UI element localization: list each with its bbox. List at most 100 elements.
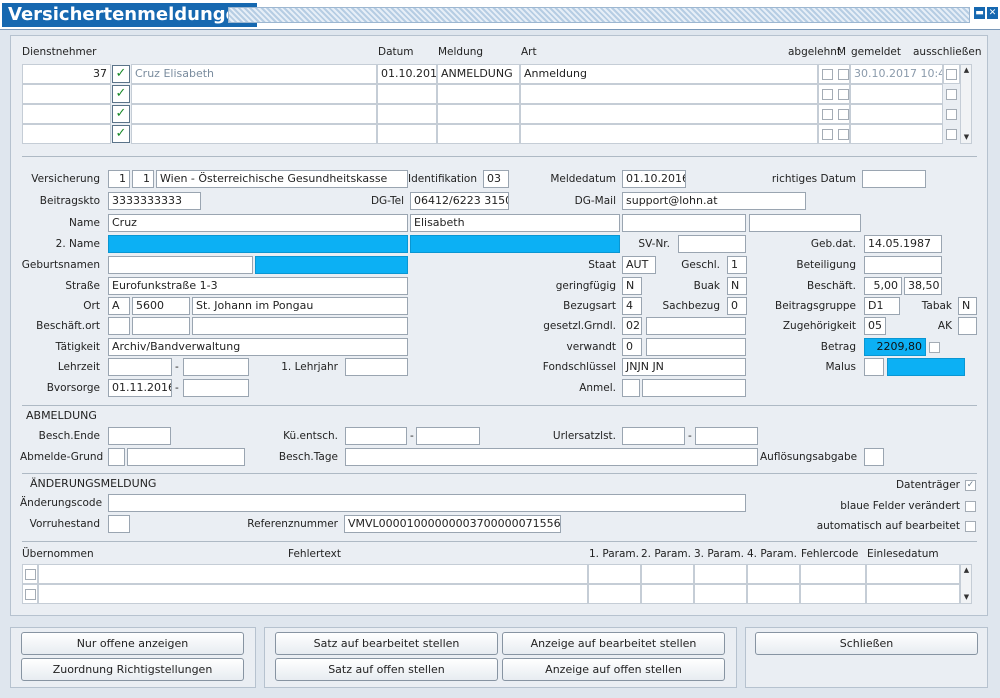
staat-field[interactable]: AUT [622, 256, 656, 274]
malus-value-field[interactable] [887, 358, 965, 376]
error-row[interactable] [747, 564, 800, 584]
table-row[interactable] [437, 104, 520, 124]
check-icon[interactable]: ✓ [112, 65, 130, 83]
taetigkeit-field[interactable]: Archiv/Bandverwaltung [108, 338, 408, 356]
versicherung-b-field[interactable]: 1 [132, 170, 154, 188]
close-icon[interactable]: ✕ [987, 7, 998, 19]
lehrjahr-field[interactable] [345, 358, 408, 376]
svnr-field[interactable] [678, 235, 746, 253]
bvorsorge-field[interactable]: 01.11.2016 [108, 379, 172, 397]
ak-field[interactable] [958, 317, 977, 335]
table-row[interactable] [131, 84, 377, 104]
table-row[interactable] [377, 104, 437, 124]
beschaeft-a-field[interactable]: 5,00 [864, 277, 902, 295]
ausschliessen-checkbox[interactable] [946, 69, 957, 80]
anzeige-offen-button[interactable]: Anzeige auf offen stellen [502, 658, 725, 681]
urlersatz-von-field[interactable] [622, 427, 685, 445]
table-row[interactable] [520, 104, 818, 124]
abgelehnt-checkbox[interactable] [822, 69, 833, 80]
table-row[interactable] [22, 84, 111, 104]
fondschluessel-field[interactable]: JNJN JN [622, 358, 746, 376]
error-row[interactable] [641, 584, 694, 604]
vorruhestand-field[interactable] [108, 515, 130, 533]
nur-offene-button[interactable]: Nur offene anzeigen [21, 632, 244, 655]
error-scrollbar[interactable]: ▲ ▼ [960, 564, 972, 604]
scroll-down-icon[interactable]: ▼ [962, 133, 971, 142]
kuentsch-von-field[interactable] [345, 427, 407, 445]
titel-field[interactable] [622, 214, 746, 232]
error-row[interactable] [588, 584, 641, 604]
betrag-checkbox[interactable] [929, 342, 940, 353]
tabak-field[interactable]: N [958, 297, 977, 315]
urlersatz-bis-field[interactable] [695, 427, 758, 445]
error-row[interactable] [866, 584, 960, 604]
kuentsch-bis-field[interactable] [416, 427, 480, 445]
scroll-up-icon[interactable]: ▲ [962, 66, 971, 75]
name2-nachname-field[interactable] [108, 235, 408, 253]
satz-offen-button[interactable]: Satz auf offen stellen [275, 658, 498, 681]
anmel-field[interactable] [622, 379, 640, 397]
strasse-field[interactable]: Eurofunkstraße 1-3 [108, 277, 408, 295]
minimize-icon[interactable]: ▬ [974, 7, 985, 19]
uebernommen-checkbox[interactable] [25, 589, 36, 600]
referenz-field[interactable]: VMVL00001000000003700000071556 [344, 515, 561, 533]
check-icon[interactable]: ✓ [112, 125, 130, 143]
table-row[interactable] [520, 124, 818, 144]
error-row[interactable] [866, 564, 960, 584]
vorname-field[interactable]: Elisabeth [410, 214, 620, 232]
table-row[interactable] [850, 104, 943, 124]
bvorsorge-bis-field[interactable] [183, 379, 249, 397]
geschl-field[interactable]: 1 [727, 256, 747, 274]
sachbezug-field[interactable]: 0 [727, 297, 747, 315]
geburtsnamen2-field[interactable] [255, 256, 408, 274]
lehrzeit-von-field[interactable] [108, 358, 172, 376]
table-row[interactable] [437, 84, 520, 104]
table-row[interactable] [377, 124, 437, 144]
abgelehnt-checkbox[interactable] [822, 109, 833, 120]
meldedatum-field[interactable]: 01.10.2016 [622, 170, 686, 188]
table-row[interactable] [850, 124, 943, 144]
richtiges-datum-field[interactable] [862, 170, 926, 188]
table-row[interactable] [377, 84, 437, 104]
beschende-field[interactable] [108, 427, 171, 445]
anmel-text-field[interactable] [642, 379, 746, 397]
error-row[interactable] [800, 584, 866, 604]
plz-field[interactable]: 5600 [132, 297, 190, 315]
table-row[interactable] [850, 84, 943, 104]
error-row[interactable] [800, 564, 866, 584]
m-checkbox[interactable] [838, 129, 849, 140]
beschtage-field[interactable] [345, 448, 758, 466]
table-row[interactable] [22, 124, 111, 144]
row-datum[interactable]: 01.10.2016 [377, 64, 437, 84]
row-name[interactable]: Cruz Elisabeth [131, 64, 377, 84]
versicherung-a-field[interactable]: 1 [108, 170, 130, 188]
scroll-up-icon[interactable]: ▲ [962, 566, 971, 575]
identifikation-field[interactable]: 03 [483, 170, 509, 188]
abgelehnt-checkbox[interactable] [822, 89, 833, 100]
betrag-field[interactable]: 2209,80 [864, 338, 926, 356]
m-checkbox[interactable] [838, 89, 849, 100]
error-row[interactable] [694, 564, 747, 584]
buak-field[interactable]: N [727, 277, 747, 295]
bezugsart-field[interactable]: 4 [622, 297, 642, 315]
land-field[interactable]: A [108, 297, 130, 315]
error-row[interactable] [38, 564, 588, 584]
error-row[interactable] [38, 584, 588, 604]
scroll-down-icon[interactable]: ▼ [962, 593, 971, 602]
verwandt-field[interactable]: 0 [622, 338, 642, 356]
verwandt-text-field[interactable] [646, 338, 746, 356]
versicherung-name-field[interactable]: Wien - Österreichische Gesundheitskasse [156, 170, 408, 188]
m-checkbox[interactable] [838, 109, 849, 120]
geringfuegig-field[interactable]: N [622, 277, 642, 295]
automatisch-checkbox[interactable] [965, 521, 976, 532]
nachname-field[interactable]: Cruz [108, 214, 408, 232]
table-row[interactable] [437, 124, 520, 144]
dgmail-field[interactable]: support@lohn.at [622, 192, 806, 210]
check-icon[interactable]: ✓ [112, 105, 130, 123]
row-nr[interactable]: 37 [22, 64, 111, 84]
dgtel-field[interactable]: 06412/6223 3150 [410, 192, 509, 210]
anzeige-bearbeitet-button[interactable]: Anzeige auf bearbeitet stellen [502, 632, 725, 655]
beitragskto-field[interactable]: 3333333333 [108, 192, 201, 210]
row-meldung[interactable]: ANMELDUNG [437, 64, 520, 84]
row-gemeldet[interactable]: 30.10.2017 10:45 [850, 64, 943, 84]
